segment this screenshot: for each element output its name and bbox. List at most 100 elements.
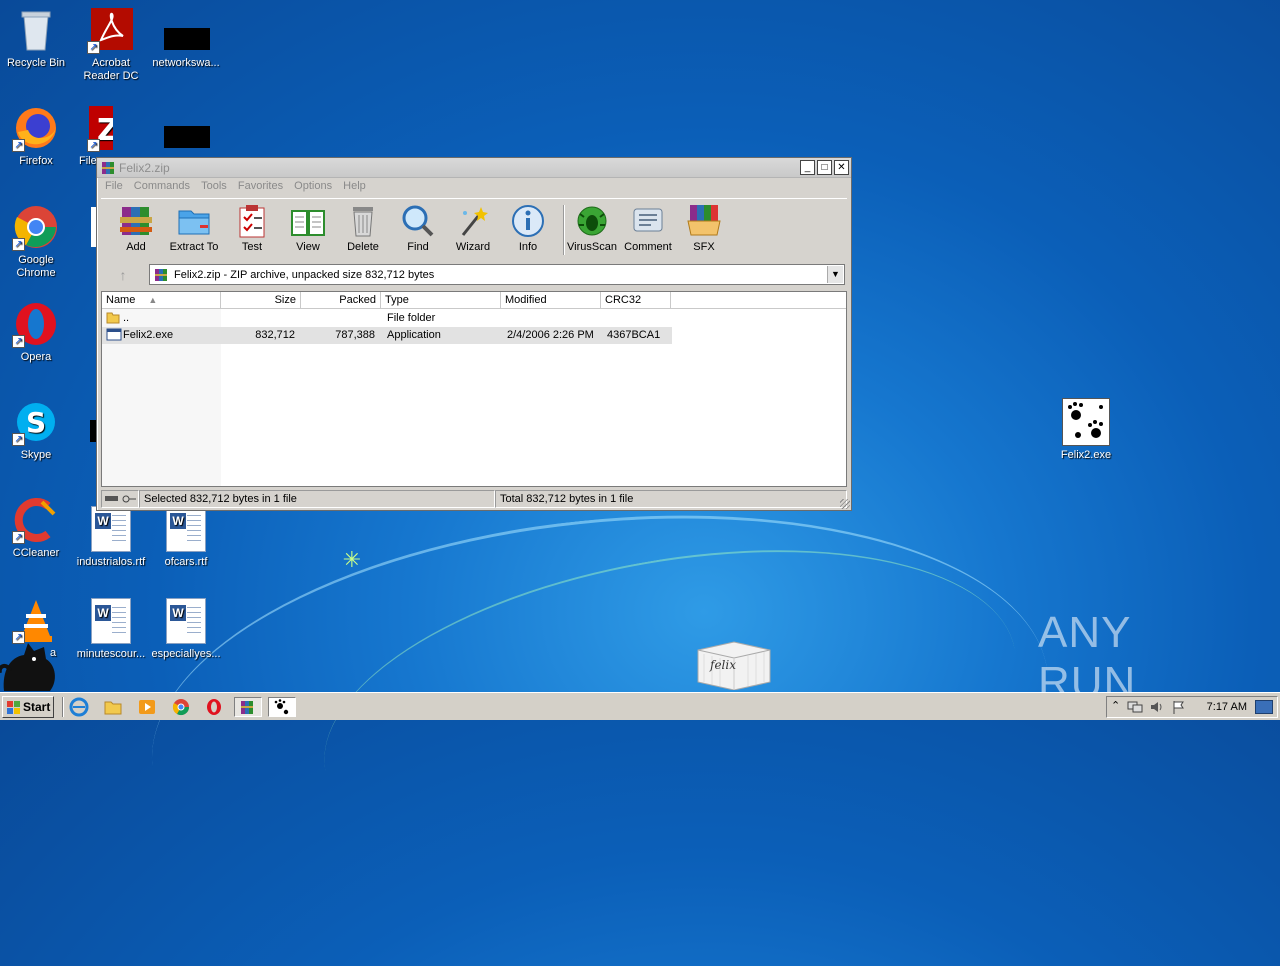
menu-favorites[interactable]: Favorites — [234, 178, 287, 194]
menu-options[interactable]: Options — [290, 178, 336, 194]
column-size-label: Size — [274, 294, 296, 306]
menu-help[interactable]: Help — [339, 178, 370, 194]
desktop-icon-felix2-exe[interactable]: Felix2.exe — [1048, 398, 1124, 462]
show-desktop-button[interactable] — [1255, 700, 1273, 714]
desktop-icon-especiallyes[interactable]: W especiallyes... — [148, 598, 224, 661]
table-row-parent-folder[interactable]: .. File folder — [102, 310, 672, 327]
desktop-icon-acrobat[interactable]: ↗ Acrobat Reader DC — [73, 6, 149, 83]
start-button[interactable]: Start — [2, 696, 54, 718]
desktop-icon-recycle-bin[interactable]: Recycle Bin — [0, 6, 74, 70]
minimize-button[interactable]: _ — [800, 160, 815, 175]
redacted-file-icon — [76, 398, 98, 446]
view-label: View — [296, 241, 320, 253]
desktop-icon-label: Firefox — [19, 155, 53, 167]
media-player-quicklaunch-icon[interactable] — [136, 697, 158, 717]
test-label: Test — [241, 241, 263, 253]
clock[interactable]: 7:17 AM — [1207, 701, 1247, 713]
comment-button[interactable]: Comment — [618, 203, 678, 253]
magic-wand-icon — [455, 203, 491, 239]
desktop-icon-label: CCleaner — [12, 547, 60, 559]
column-header-name[interactable]: Name ▲ — [102, 292, 221, 309]
chrome-quicklaunch-icon[interactable] — [170, 697, 192, 717]
title-bar[interactable]: Felix2.zip _ □ ✕ — [97, 158, 851, 178]
maximize-button[interactable]: □ — [817, 160, 832, 175]
desktop-icon-redacted[interactable] — [148, 104, 224, 155]
system-tray: ⌃ 7:17 AM — [1106, 696, 1278, 718]
comment-label: Comment — [624, 241, 672, 253]
desktop-icon-label: Felix2.exe — [1060, 449, 1112, 461]
column-header-packed[interactable]: Packed — [301, 292, 381, 309]
desktop-icon-minutescour[interactable]: W minutescour... — [73, 598, 149, 661]
opera-icon: ↗ — [12, 300, 60, 348]
desktop-icon-bus[interactable]: bus — [73, 203, 97, 254]
felix-box-label: felix — [710, 658, 736, 672]
shortcut-arrow-icon: ↗ — [12, 433, 25, 446]
column-header-modified[interactable]: Modified — [501, 292, 601, 309]
redacted-file-icon — [162, 104, 210, 152]
column-header-crc32[interactable]: CRC32 — [601, 292, 671, 309]
desktop-icon-skype[interactable]: S ↗ Skype — [0, 398, 74, 462]
word-document-icon: W — [91, 598, 131, 644]
extract-to-button[interactable]: Extract To — [164, 203, 224, 253]
table-row-felix2-exe[interactable]: Felix2.exe 832,712 787,388 Application 2… — [102, 327, 672, 344]
desktop-icon-label: Acrobat Reader DC — [83, 57, 139, 82]
desktop-icon-ccleaner[interactable]: ↗ CCleaner — [0, 496, 74, 560]
menu-commands[interactable]: Commands — [130, 178, 194, 194]
address-bar[interactable]: Felix2.zip - ZIP archive, unpacked size … — [149, 264, 845, 285]
info-icon — [510, 203, 546, 239]
show-hidden-icons-button[interactable]: ⌃ — [1111, 699, 1120, 712]
delete-button[interactable]: Delete — [333, 203, 393, 253]
desktop-icon-firefox[interactable]: ↗ Firefox — [0, 104, 74, 168]
sfx-label: SFX — [693, 241, 715, 253]
desktop-icon-dvd[interactable]: dvd — [74, 300, 98, 351]
desktop-icon-industrialos[interactable]: W industrialos.rtf — [73, 506, 149, 569]
cell-crc32: 4367BCA1 — [607, 329, 661, 341]
column-modified-label: Modified — [505, 294, 547, 306]
desktop-icon-esp[interactable]: esp — [74, 398, 98, 449]
virusscan-button[interactable]: VirusScan — [562, 203, 622, 253]
wizard-label: Wizard — [455, 241, 491, 253]
menu-tools[interactable]: Tools — [197, 178, 231, 194]
address-dropdown-button[interactable]: ▼ — [827, 266, 843, 283]
up-one-level-button[interactable]: ↑ — [103, 265, 143, 285]
column-header-type[interactable]: Type — [381, 292, 501, 309]
resize-grip[interactable] — [840, 499, 850, 509]
wallpaper-sparkle: ✳ — [342, 547, 362, 572]
desktop-icon-networkswa[interactable]: networkswa... — [148, 6, 224, 70]
desktop-icon-label: Recycle Bin — [6, 57, 66, 69]
column-header-size[interactable]: Size — [221, 292, 301, 309]
desktop-icon-ofcars[interactable]: W ofcars.rtf — [148, 506, 224, 569]
flag-tray-icon[interactable] — [1171, 700, 1187, 714]
folder-icon — [106, 310, 120, 327]
clipboard-check-icon — [234, 203, 270, 239]
word-document-icon: W — [91, 506, 131, 552]
desktop-icon-label: ofcars.rtf — [164, 556, 208, 568]
archive-icon — [155, 269, 167, 281]
winrar-window[interactable]: Felix2.zip _ □ ✕ File Commands Tools Fav… — [96, 157, 852, 511]
list-header: Name ▲ Size Packed Type Modified CRC32 — [102, 292, 846, 309]
volume-tray-icon[interactable] — [1149, 700, 1165, 714]
comment-icon — [630, 203, 666, 239]
info-button[interactable]: Info — [498, 203, 558, 253]
opera-quicklaunch-icon[interactable] — [203, 697, 225, 717]
bug-icon — [574, 203, 610, 239]
menu-file[interactable]: File — [101, 178, 127, 194]
add-button[interactable]: Add — [106, 203, 166, 253]
explorer-quicklaunch-icon[interactable] — [102, 697, 124, 717]
shortcut-arrow-icon: ↗ — [12, 139, 25, 152]
desktop-icon-label: networkswa... — [152, 57, 220, 69]
file-list[interactable]: Name ▲ Size Packed Type Modified CRC32 .… — [101, 291, 847, 487]
felix-taskbar-button[interactable] — [268, 697, 296, 717]
sfx-button[interactable]: SFX — [674, 203, 734, 253]
winrar-taskbar-button[interactable] — [234, 697, 262, 717]
folder-icon — [176, 203, 212, 239]
test-button[interactable]: Test — [222, 203, 282, 253]
network-tray-icon[interactable] — [1127, 700, 1143, 714]
view-button[interactable]: View — [278, 203, 338, 253]
desktop-icon-opera[interactable]: ↗ Opera — [0, 300, 74, 364]
ie-quicklaunch-icon[interactable] — [68, 697, 90, 717]
wizard-button[interactable]: Wizard — [443, 203, 503, 253]
find-button[interactable]: Find — [388, 203, 448, 253]
close-button[interactable]: ✕ — [834, 160, 849, 175]
desktop-icon-chrome[interactable]: ↗ Google Chrome — [0, 203, 74, 280]
